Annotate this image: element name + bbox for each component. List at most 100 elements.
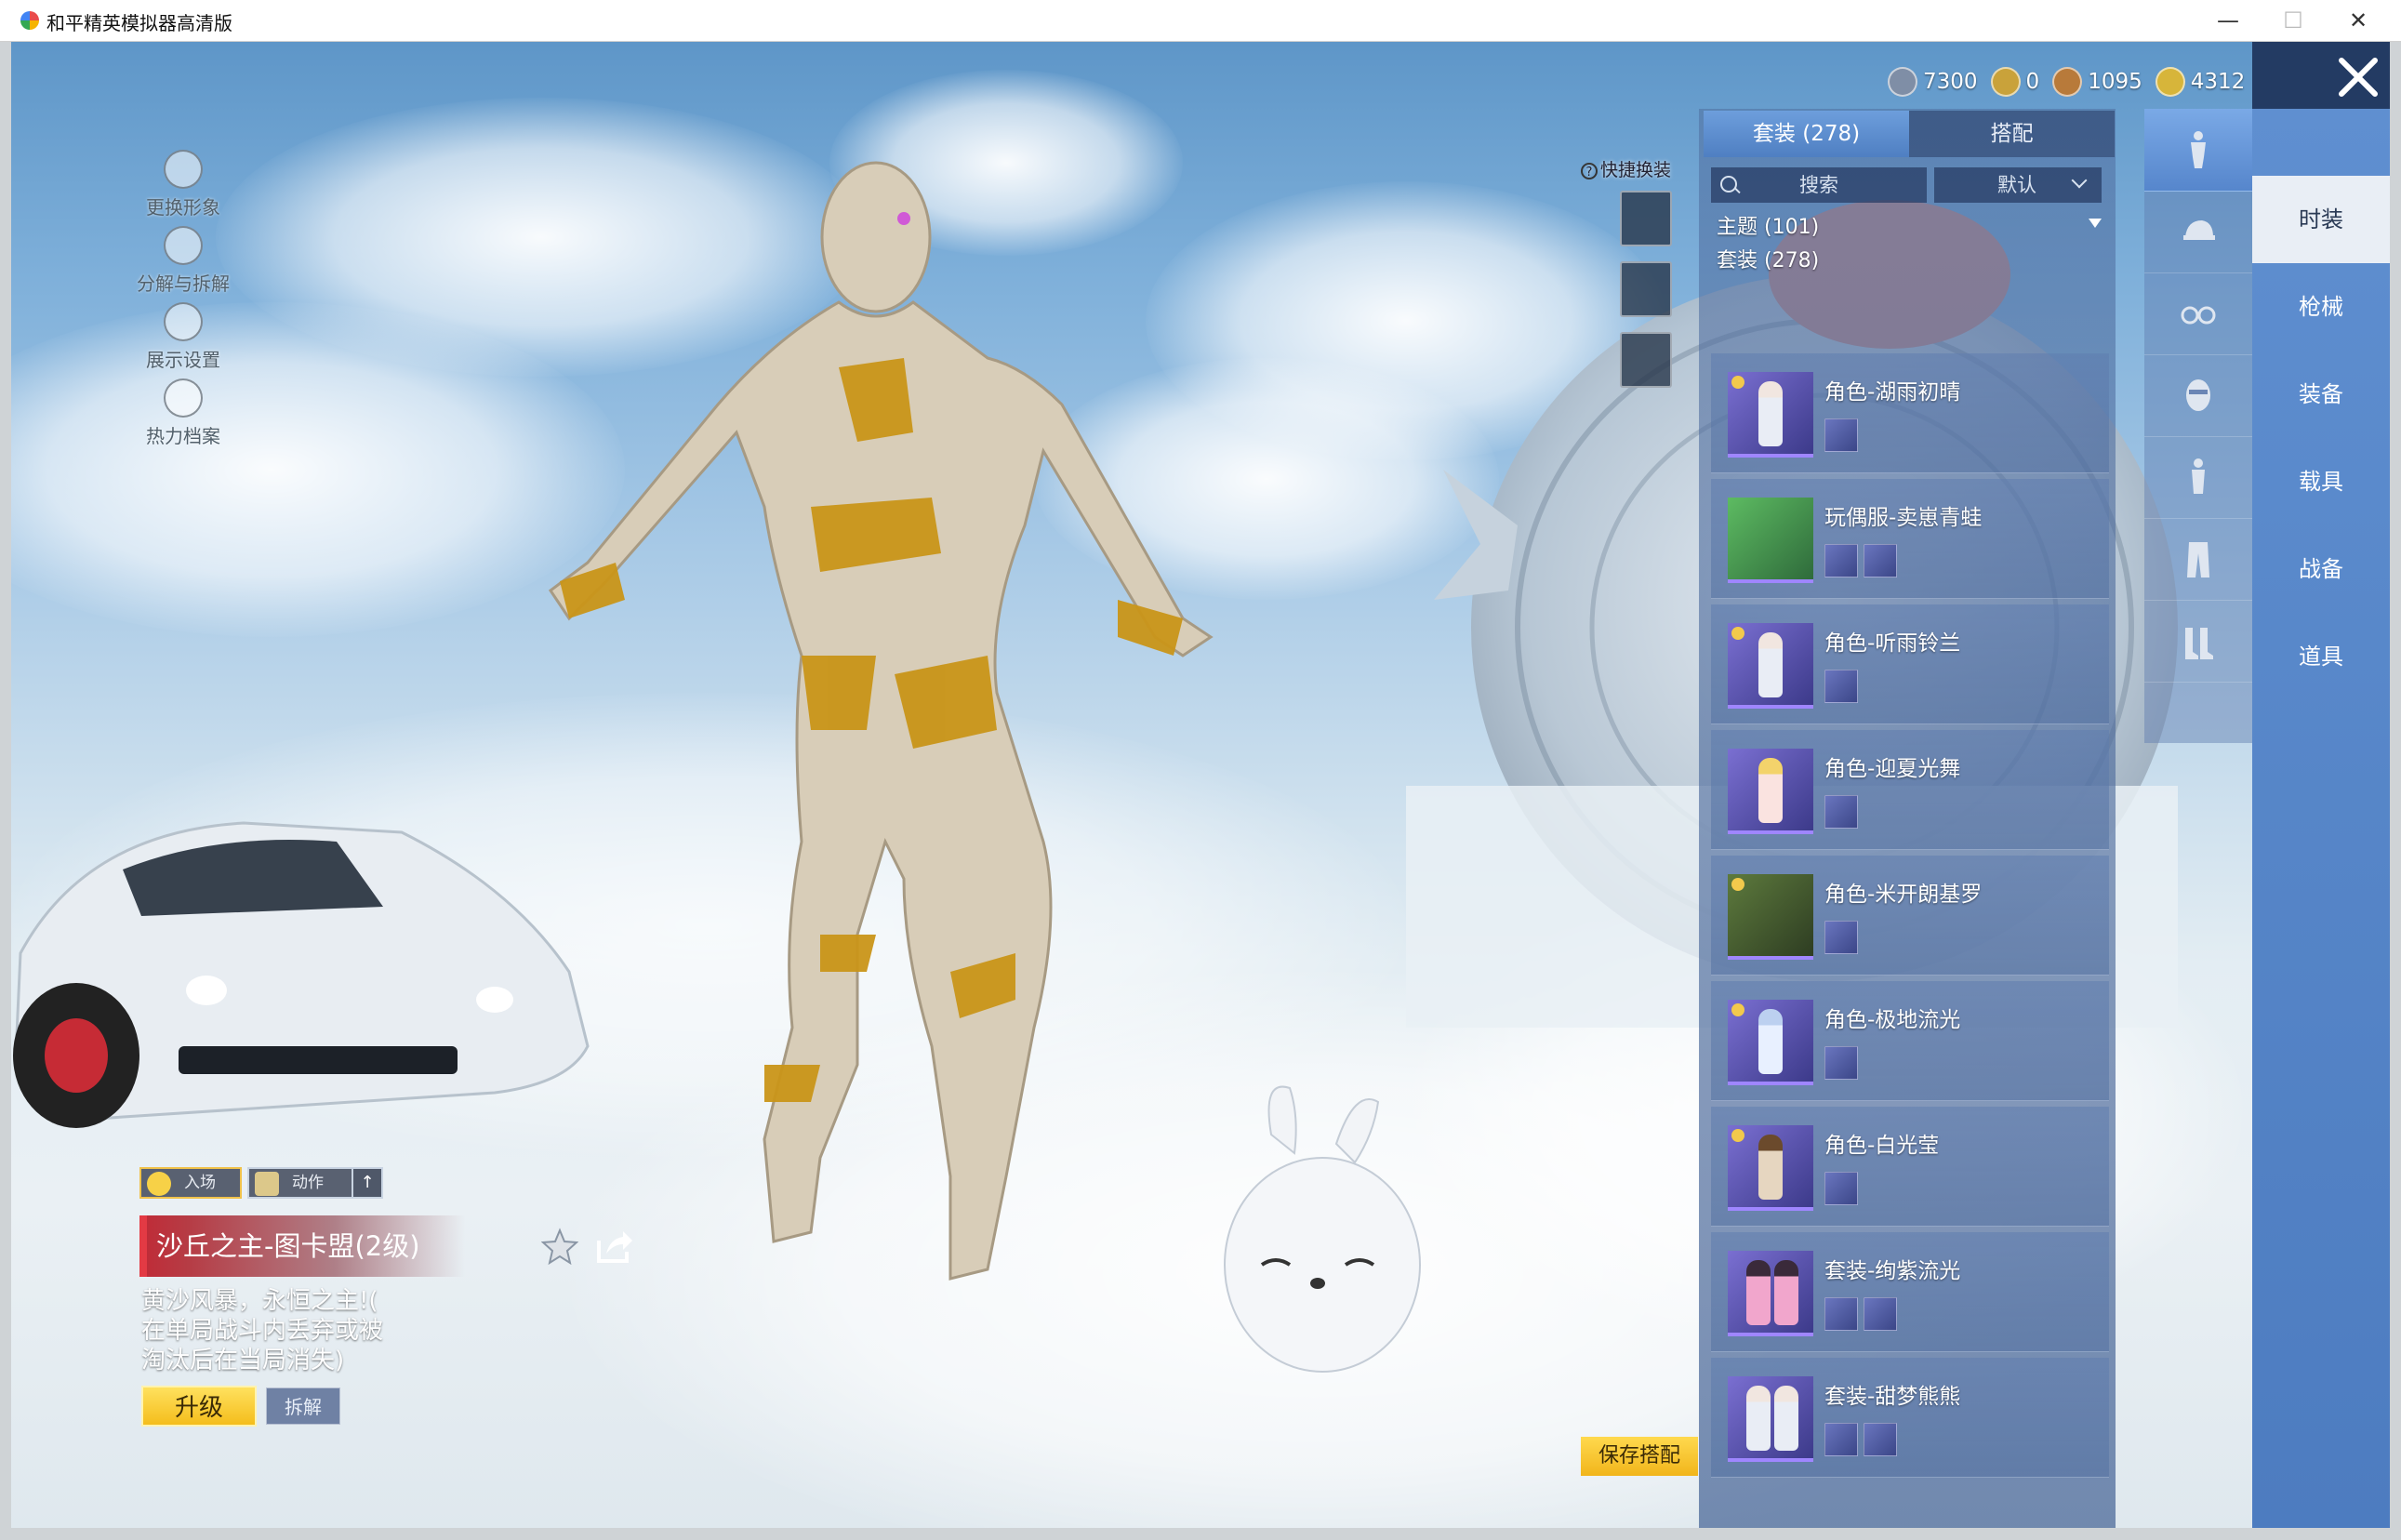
owned-badge-icon	[1731, 627, 1744, 640]
tab-match[interactable]: 搭配	[1909, 111, 2115, 157]
sort-dropdown[interactable]: 默认	[1934, 167, 2102, 203]
sub-item-thumbnail[interactable]	[1864, 544, 1897, 578]
list-item[interactable]: 角色-听雨铃兰	[1711, 604, 2109, 724]
quick-slot-diamond[interactable]	[1620, 332, 1672, 388]
filter-suit[interactable]: 套装 (278)	[1717, 244, 1819, 273]
change-avatar-button[interactable]: 更换形象	[123, 150, 244, 219]
currency-value: 4312	[2190, 70, 2246, 94]
dismantle-icon	[164, 226, 203, 265]
entrance-button[interactable]: 入场	[139, 1167, 242, 1199]
avatar-icon	[164, 150, 203, 189]
list-item[interactable]: 套装-甜梦熊熊	[1711, 1358, 2109, 1478]
suit-name: 角色-听雨铃兰	[1824, 631, 1961, 656]
suit-thumbnail	[1728, 623, 1813, 709]
category-column	[2144, 109, 2252, 743]
tab-vehicles[interactable]: 载具	[2252, 438, 2390, 525]
owned-badge-icon	[1731, 878, 1744, 891]
upgrade-button[interactable]: 升级	[141, 1386, 257, 1427]
owned-badge-icon	[1731, 1003, 1744, 1016]
category-face[interactable]	[2144, 354, 2252, 437]
quick-slot-badge[interactable]	[1620, 261, 1672, 317]
sub-item-thumbnail[interactable]	[1824, 1046, 1858, 1080]
body-outfit-icon	[2192, 458, 2205, 494]
sub-item-thumbnail[interactable]	[1824, 670, 1858, 703]
suit-name: 角色-湖雨初晴	[1824, 380, 1961, 405]
description-line: 在单局战斗内丢弃或被	[141, 1317, 384, 1345]
sub-item-thumbnail[interactable]	[1824, 1423, 1858, 1456]
main-category-tabs: 时装 枪械 装备 载具 战备 道具	[2252, 109, 2390, 1528]
favorite-star-icon[interactable]	[541, 1228, 578, 1265]
sub-item-thumbnail[interactable]	[1864, 1423, 1897, 1456]
suit-thumbnail	[1728, 874, 1813, 960]
tab-suits[interactable]: 套装 (278)	[1704, 111, 1909, 157]
share-icon[interactable]	[595, 1228, 634, 1265]
dropdown-triangle-icon[interactable]	[2089, 219, 2102, 228]
quick-slot-outfit[interactable]	[1620, 191, 1672, 246]
category-pants[interactable]	[2144, 518, 2252, 601]
action-button[interactable]: 动作	[247, 1167, 353, 1199]
minimize-button[interactable]: —	[2200, 4, 2256, 37]
glasses-icon	[2181, 306, 2216, 325]
shoes-icon	[2185, 628, 2213, 659]
list-item[interactable]: 角色-白光莹	[1711, 1107, 2109, 1227]
category-outfit[interactable]	[2144, 109, 2252, 192]
list-item[interactable]: 玩偶服-卖崽青蛙	[1711, 479, 2109, 599]
pants-icon	[2187, 542, 2209, 578]
list-item[interactable]: 角色-迎夏光舞	[1711, 730, 2109, 850]
heat-profile-button[interactable]: 热力档案	[123, 378, 244, 448]
list-item[interactable]: 套装-绚紫流光	[1711, 1232, 2109, 1352]
lightning-coin-icon	[2155, 67, 2185, 97]
category-glasses[interactable]	[2144, 272, 2252, 355]
sub-item-thumbnail[interactable]	[1824, 921, 1858, 954]
expand-up-button[interactable]: ↑	[352, 1167, 383, 1199]
tab-firearms[interactable]: 枪械	[2252, 263, 2390, 351]
close-window-button[interactable]: ✕	[2330, 4, 2386, 37]
white-bunny-pet	[1224, 1085, 1421, 1373]
save-outfit-button[interactable]: 保存搭配	[1581, 1437, 1698, 1476]
sub-item-thumbnail[interactable]	[1824, 418, 1858, 452]
sub-item-thumbnail[interactable]	[1824, 1172, 1858, 1205]
category-top[interactable]	[2144, 436, 2252, 519]
list-item[interactable]: 角色-湖雨初晴	[1711, 353, 2109, 473]
window-titlebar: 和平精英模拟器高清版 — ☐ ✕	[0, 0, 2401, 42]
search-input[interactable]: 搜索	[1711, 167, 1927, 203]
entrance-label: 入场	[184, 1174, 216, 1192]
suit-name: 角色-米开朗基罗	[1824, 883, 1983, 907]
suit-name: 角色-白光莹	[1824, 1134, 1940, 1158]
sub-item-thumbnail[interactable]	[1824, 1297, 1858, 1331]
game-viewport: 更换形象 分解与拆解 展示设置 热力档案 ? 快捷换装 7300 0 1095 4…	[11, 42, 2390, 1528]
sub-item-thumbnail[interactable]	[1824, 544, 1858, 578]
action-icon	[255, 1172, 279, 1196]
currency-2: 0	[1990, 67, 2039, 97]
app-logo-icon	[20, 11, 39, 30]
dismantle-menu-button[interactable]: 分解与拆解	[123, 226, 244, 296]
action-label: 动作	[292, 1174, 324, 1192]
suit-thumbnail	[1728, 749, 1813, 834]
list-item[interactable]: 角色-极地流光	[1711, 981, 2109, 1101]
category-shoes[interactable]	[2144, 600, 2252, 683]
hat-icon	[2183, 220, 2215, 240]
maximize-button[interactable]: ☐	[2265, 4, 2321, 37]
tab-fashion[interactable]: 时装	[2252, 176, 2390, 263]
smiley-icon	[147, 1172, 171, 1196]
suit-thumbnail	[1728, 1376, 1813, 1462]
quick-change-label: ? 快捷换装	[1581, 156, 1671, 181]
sub-item-thumbnail[interactable]	[1824, 795, 1858, 829]
sub-item-thumbnail[interactable]	[1864, 1297, 1897, 1331]
sort-label: 默认	[1997, 174, 2036, 196]
tab-props[interactable]: 道具	[2252, 613, 2390, 700]
outfit-figure-icon	[2191, 131, 2206, 168]
dismantle-button[interactable]: 拆解	[266, 1387, 340, 1425]
close-icon[interactable]	[2336, 55, 2381, 100]
mummy-character-model	[548, 161, 1214, 1281]
tab-equipment[interactable]: 装备	[2252, 351, 2390, 438]
coin-silver-icon	[1888, 67, 1917, 97]
display-settings-button[interactable]: 展示设置	[123, 302, 244, 372]
quick-change-text: 快捷换装	[1600, 160, 1672, 180]
category-hat[interactable]	[2144, 191, 2252, 273]
list-item[interactable]: 角色-米开朗基罗	[1711, 856, 2109, 976]
help-icon[interactable]: ?	[1581, 162, 1598, 179]
tab-battle-prep[interactable]: 战备	[2252, 525, 2390, 613]
filter-theme[interactable]: 主题 (101)	[1717, 210, 1819, 240]
search-placeholder: 搜索	[1799, 174, 1838, 196]
